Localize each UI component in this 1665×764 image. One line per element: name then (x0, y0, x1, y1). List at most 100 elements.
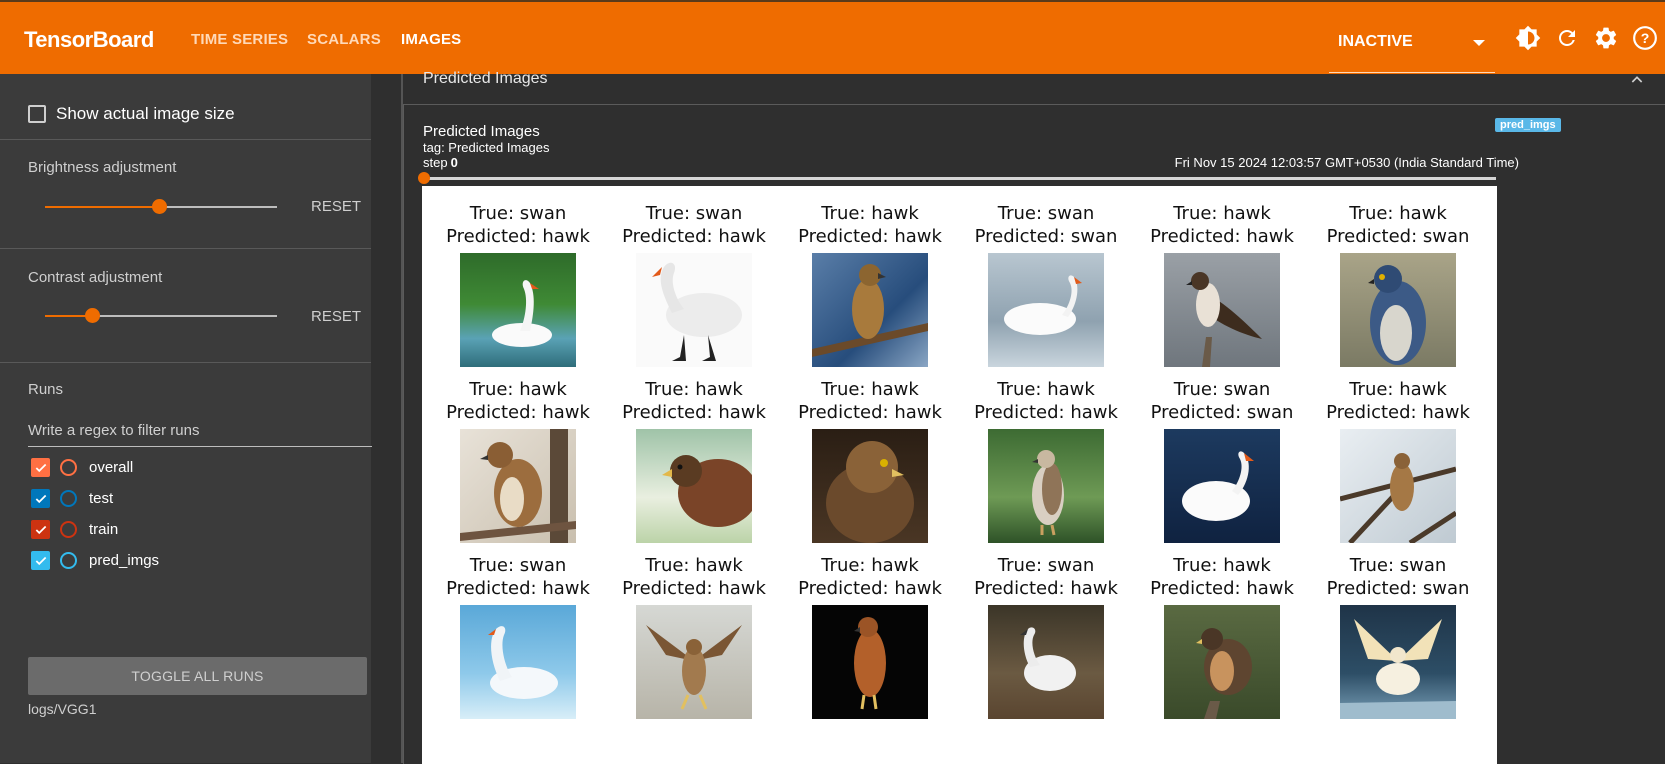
refresh-icon[interactable] (1554, 25, 1580, 51)
image-grid[interactable]: True: swan Predicted: hawk True: swan Pr… (422, 186, 1497, 764)
brightness-slider-thumb[interactable] (152, 199, 167, 214)
tab-scalars[interactable]: SCALARS (307, 31, 381, 48)
image-tile: True: hawk Predicted: hawk (785, 202, 955, 367)
run-item-train[interactable]: train (31, 520, 118, 539)
true-label: True: hawk (997, 379, 1095, 400)
run-item-test[interactable]: test (31, 489, 113, 508)
run-item-pred-imgs[interactable]: pred_imgs (31, 551, 159, 570)
runs-title: Runs (28, 381, 64, 398)
reload-dropdown-value: INACTIVE (1338, 33, 1413, 50)
bird-photo (636, 605, 752, 719)
true-label: True: swan (997, 555, 1095, 576)
show-actual-size-label: Show actual image size (56, 104, 235, 123)
true-label: True: swan (469, 555, 567, 576)
run-color-swatch[interactable] (60, 459, 77, 476)
theme-toggle-icon[interactable] (1515, 25, 1541, 51)
brightness-reset-button[interactable]: RESET (311, 198, 361, 215)
tab-time-series[interactable]: TIME SERIES (191, 31, 288, 48)
predicted-label: Predicted: hawk (974, 578, 1118, 599)
image-tile: True: hawk Predicted: hawk (785, 554, 955, 719)
bird-photo (812, 429, 928, 543)
step-slider[interactable] (418, 172, 1496, 184)
card-timestamp: Fri Nov 15 2024 12:03:57 GMT+0530 (India… (1174, 155, 1519, 170)
run-checkbox[interactable] (31, 520, 50, 539)
image-tile: True: hawk Predicted: hawk (433, 378, 603, 543)
bird-photo (988, 605, 1104, 719)
run-item-overall[interactable]: overall (31, 458, 133, 477)
image-tile: True: swan Predicted: hawk (961, 554, 1131, 719)
toggle-all-runs-button[interactable]: TOGGLE ALL RUNS (28, 657, 367, 695)
brightness-label: Brightness adjustment (28, 159, 177, 176)
run-name: test (89, 490, 114, 507)
image-tile: True: hawk Predicted: hawk (785, 378, 955, 543)
true-label: True: swan (1349, 555, 1447, 576)
image-tile: True: hawk Predicted: hawk (609, 378, 779, 543)
chevron-up-icon[interactable] (1629, 72, 1645, 93)
run-checkbox[interactable] (31, 458, 50, 477)
step-label: step (423, 155, 448, 170)
run-badge: pred_imgs (1495, 118, 1561, 132)
bird-photo (460, 429, 576, 543)
image-tile: True: swan Predicted: swan (1313, 554, 1483, 719)
show-actual-size-checkbox[interactable]: Show actual image size (28, 104, 235, 124)
image-tile: True: hawk Predicted: swan (1313, 202, 1483, 367)
run-checkbox[interactable] (31, 551, 50, 570)
contrast-slider[interactable] (45, 308, 277, 323)
predicted-label: Predicted: hawk (622, 402, 766, 423)
reload-dropdown[interactable]: INACTIVE (1329, 16, 1495, 73)
predicted-label: Predicted: swan (1150, 402, 1294, 423)
run-filter-input[interactable]: Write a regex to filter runs (28, 422, 372, 447)
predicted-label: Predicted: hawk (446, 226, 590, 247)
contrast-reset-button[interactable]: RESET (311, 308, 361, 325)
image-tile: True: swan Predicted: hawk (433, 554, 603, 719)
true-label: True: hawk (821, 203, 919, 224)
bird-photo (1164, 429, 1280, 543)
bird-photo (1340, 605, 1456, 719)
brightness-slider[interactable] (45, 199, 277, 214)
checkbox-box[interactable] (28, 105, 46, 123)
true-label: True: swan (645, 203, 743, 224)
divider (0, 248, 371, 249)
sidebar: Show actual image size Brightness adjust… (0, 74, 372, 763)
tab-images[interactable]: IMAGES (401, 31, 461, 48)
step-value: 0 (450, 155, 458, 170)
predicted-label: Predicted: hawk (1150, 226, 1294, 247)
true-label: True: swan (469, 203, 567, 224)
run-checkbox[interactable] (31, 489, 50, 508)
true-label: True: hawk (1173, 555, 1271, 576)
predicted-label: Predicted: hawk (446, 402, 590, 423)
chevron-down-icon (1473, 40, 1485, 46)
help-icon[interactable]: ? (1632, 25, 1658, 51)
run-name: overall (89, 459, 134, 476)
true-label: True: hawk (1173, 203, 1271, 224)
divider (0, 362, 371, 363)
contrast-slider-thumb[interactable] (85, 308, 100, 323)
true-label: True: hawk (469, 379, 567, 400)
true-label: True: hawk (645, 555, 743, 576)
step-slider-thumb[interactable] (418, 172, 430, 184)
image-tile: True: swan Predicted: swan (961, 202, 1131, 367)
bird-photo (1164, 253, 1280, 367)
log-directory: logs/VGG1 (28, 701, 97, 717)
section-title: Predicted Images (423, 70, 548, 87)
predicted-label: Predicted: hawk (622, 226, 766, 247)
main-content: Predicted Images Predicted Images tag: P… (403, 70, 1665, 764)
run-color-swatch[interactable] (60, 552, 77, 569)
bird-photo (1340, 253, 1456, 367)
run-color-swatch[interactable] (60, 490, 77, 507)
image-tile: True: swan Predicted: hawk (433, 202, 603, 367)
image-tile: True: hawk Predicted: hawk (1137, 554, 1307, 719)
image-tile: True: hawk Predicted: hawk (961, 378, 1131, 543)
predicted-label: Predicted: hawk (622, 578, 766, 599)
true-label: True: hawk (1349, 379, 1447, 400)
bird-photo (1164, 605, 1280, 719)
run-color-swatch[interactable] (60, 521, 77, 538)
bird-photo (812, 253, 928, 367)
divider (0, 139, 371, 140)
image-tile: True: hawk Predicted: hawk (609, 554, 779, 719)
run-name: train (89, 521, 119, 538)
predicted-label: Predicted: swan (1326, 578, 1470, 599)
settings-icon[interactable] (1593, 25, 1619, 51)
brightness-slider-fill (45, 206, 159, 208)
predicted-label: Predicted: hawk (1150, 578, 1294, 599)
